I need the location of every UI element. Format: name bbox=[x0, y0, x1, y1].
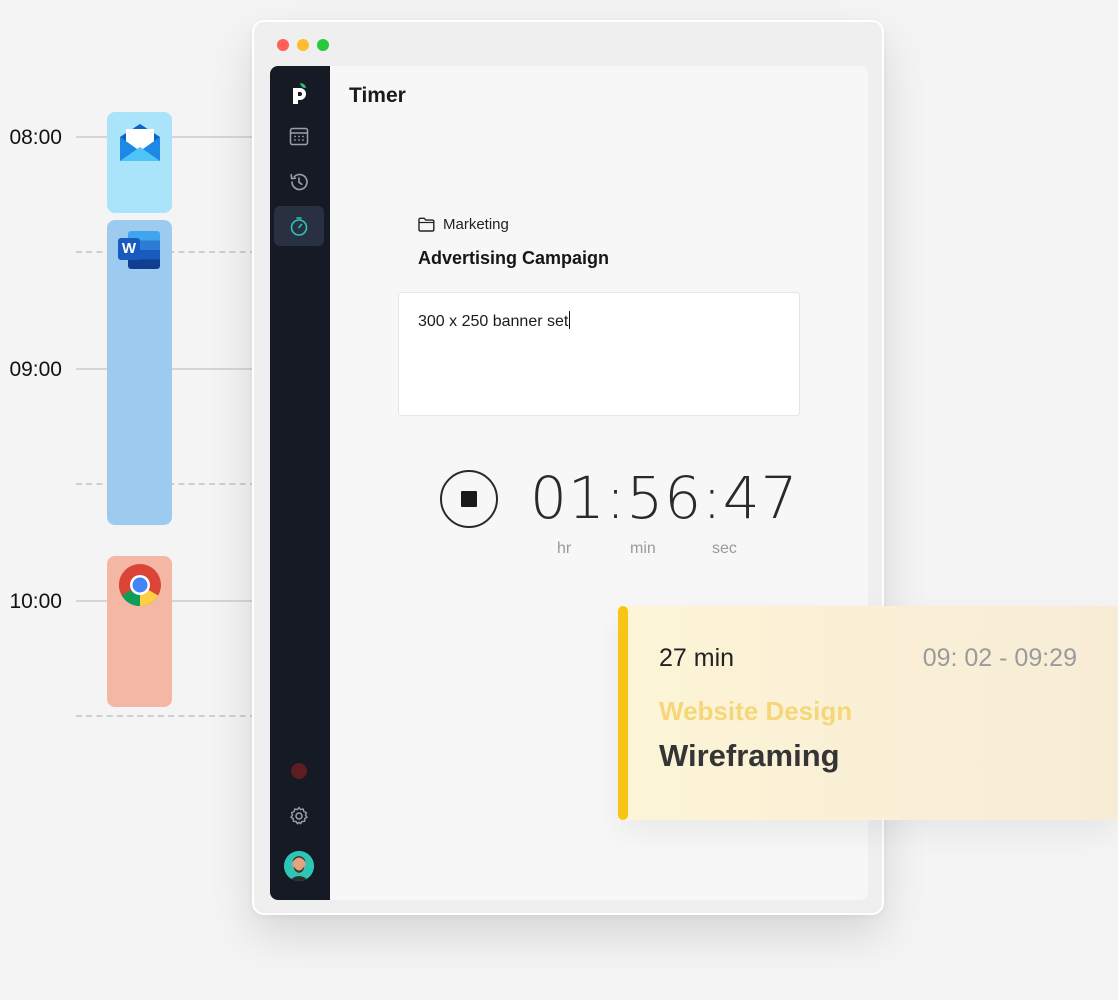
maximize-window-button[interactable] bbox=[317, 39, 329, 51]
word-letter: W bbox=[118, 238, 140, 260]
half-hour-line bbox=[76, 715, 256, 717]
text-caret bbox=[569, 311, 571, 329]
avatar[interactable] bbox=[284, 851, 314, 881]
calendar-icon bbox=[289, 127, 309, 146]
time-entry-card[interactable]: 27 min 09: 02 - 09:29 Website Design Wir… bbox=[618, 606, 1118, 820]
logo-icon[interactable] bbox=[287, 82, 311, 106]
description-input[interactable]: 300 x 250 banner set bbox=[398, 292, 800, 416]
sidebar-item-calendar[interactable] bbox=[274, 116, 324, 156]
history-icon bbox=[290, 173, 308, 191]
project-name: Marketing bbox=[443, 216, 509, 233]
description-text: 300 x 250 banner set bbox=[418, 313, 569, 330]
sidebar-item-settings[interactable] bbox=[274, 796, 324, 836]
timer-display: 01:56:47 bbox=[530, 464, 799, 532]
card-accent-bar bbox=[618, 606, 628, 820]
word-icon: W bbox=[118, 229, 162, 273]
folder-icon bbox=[418, 217, 435, 232]
sidebar bbox=[270, 66, 330, 900]
page-title: Timer bbox=[349, 84, 406, 107]
task-title[interactable]: Advertising Campaign bbox=[418, 248, 609, 269]
unit-min: min bbox=[630, 540, 656, 557]
time-label-1000: 10:00 bbox=[9, 590, 62, 613]
entry-duration: 27 min bbox=[659, 644, 735, 672]
unit-hr: hr bbox=[557, 540, 572, 557]
word-activity-block[interactable]: W bbox=[107, 220, 172, 525]
timer-icon bbox=[290, 217, 308, 236]
stop-icon bbox=[461, 491, 477, 507]
gear-icon bbox=[290, 806, 308, 825]
entry-task: Wireframing bbox=[659, 738, 840, 773]
chrome-icon bbox=[118, 564, 161, 607]
time-label-0800: 08:00 bbox=[9, 126, 62, 149]
mail-icon bbox=[120, 124, 160, 161]
stop-button[interactable] bbox=[440, 470, 498, 528]
project-selector[interactable]: Marketing bbox=[418, 216, 509, 233]
unit-sec: sec bbox=[712, 540, 737, 557]
close-window-button[interactable] bbox=[277, 39, 289, 51]
mail-activity-block[interactable] bbox=[107, 112, 172, 213]
entry-time-range: 09: 02 - 09:29 bbox=[922, 644, 1077, 672]
chrome-activity-block[interactable] bbox=[107, 556, 172, 707]
minimize-window-button[interactable] bbox=[297, 39, 309, 51]
user-avatar-icon bbox=[284, 851, 314, 881]
sidebar-item-history[interactable] bbox=[274, 162, 324, 202]
time-label-0900: 09:00 bbox=[9, 358, 62, 381]
sidebar-item-timer[interactable] bbox=[274, 206, 324, 246]
record-indicator[interactable] bbox=[291, 763, 307, 779]
entry-project: Website Design bbox=[659, 696, 853, 726]
